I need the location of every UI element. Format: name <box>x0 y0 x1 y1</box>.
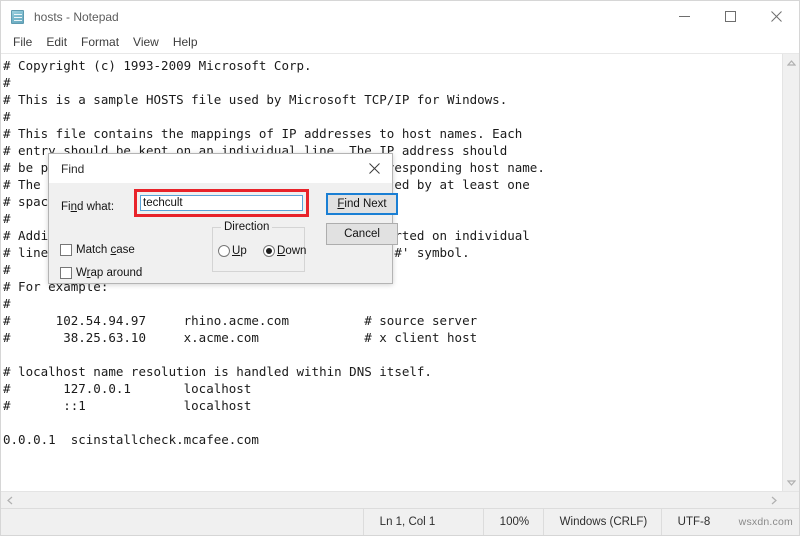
horizontal-scrollbar-row <box>1 491 799 508</box>
find-dialog-titlebar: Find <box>49 154 392 183</box>
wrap-around-label: Wrap around <box>76 267 143 279</box>
watermark: wsxdn.com <box>738 516 793 528</box>
scroll-left-arrow[interactable] <box>1 492 18 509</box>
status-encoding: UTF-8 <box>660 509 729 535</box>
minimize-icon <box>678 16 690 17</box>
window-controls <box>661 1 799 32</box>
vertical-scrollbar[interactable] <box>782 54 799 491</box>
find-dialog-title: Find <box>61 161 85 176</box>
close-button[interactable] <box>753 1 799 32</box>
find-what-label: Find what: <box>61 201 115 213</box>
menu-item-help[interactable]: Help <box>166 33 205 52</box>
menu-item-view[interactable]: View <box>126 33 166 52</box>
vertical-scrollbar-track[interactable] <box>783 71 799 474</box>
checkbox-unchecked-icon <box>60 244 72 256</box>
find-dialog: Find Find what: Find Next Cancel Directi… <box>48 153 398 285</box>
scroll-up-arrow[interactable] <box>783 54 800 71</box>
scrollbar-corner <box>782 492 799 508</box>
radio-checked-icon <box>263 245 275 257</box>
status-cursor-position: Ln 1, Col 1 <box>362 509 483 535</box>
status-bar: Ln 1, Col 1 100% Windows (CRLF) UTF-8 ws… <box>1 508 799 535</box>
minimize-button[interactable] <box>661 1 707 32</box>
menu-bar: File Edit Format View Help <box>1 32 799 54</box>
menu-item-edit[interactable]: Edit <box>39 33 74 52</box>
title-bar: hosts - Notepad <box>1 1 799 32</box>
radio-unchecked-icon <box>218 245 230 257</box>
close-icon <box>368 163 380 174</box>
direction-legend: Direction <box>221 221 273 233</box>
maximize-button[interactable] <box>707 1 753 32</box>
status-line-ending: Windows (CRLF) <box>542 509 661 535</box>
checkbox-wrap-around[interactable]: Wrap around <box>60 267 142 279</box>
radio-up-label: Up <box>232 245 247 257</box>
window-title: hosts - Notepad <box>34 9 119 24</box>
menu-item-file[interactable]: File <box>6 33 39 52</box>
radio-direction-up[interactable]: Up <box>218 245 247 257</box>
find-next-button[interactable]: Find Next <box>326 193 398 215</box>
menu-item-format[interactable]: Format <box>74 33 126 52</box>
horizontal-scrollbar[interactable] <box>1 492 782 508</box>
radio-down-label: Down <box>277 245 307 257</box>
scroll-down-arrow[interactable] <box>783 474 800 491</box>
find-what-input[interactable] <box>140 195 303 211</box>
find-dialog-body: Find what: Find Next Cancel Direction Up… <box>49 183 398 285</box>
maximize-icon <box>724 11 736 22</box>
cancel-button[interactable]: Cancel <box>326 223 398 245</box>
status-zoom-level[interactable]: 100% <box>482 509 543 535</box>
match-case-label: Match case <box>76 244 135 256</box>
scroll-right-arrow[interactable] <box>765 492 782 509</box>
notepad-icon <box>10 9 26 25</box>
close-icon <box>770 11 782 22</box>
find-dialog-close-button[interactable] <box>356 154 392 183</box>
checkbox-unchecked-icon <box>60 267 72 279</box>
radio-direction-down[interactable]: Down <box>263 245 306 257</box>
checkbox-match-case[interactable]: Match case <box>60 244 135 256</box>
